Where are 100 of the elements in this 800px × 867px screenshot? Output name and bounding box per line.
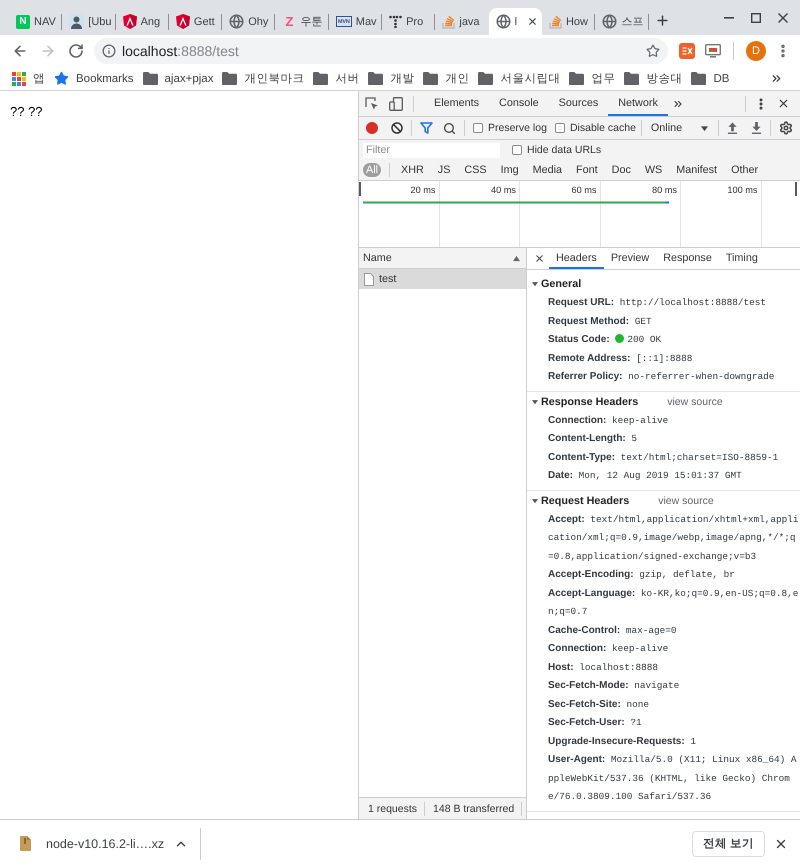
detail-tab[interactable]: Preview — [604, 248, 656, 269]
browser-tab[interactable]: Pro — [382, 8, 436, 35]
browser-tab[interactable]: 스프 — [595, 8, 649, 35]
sort-triangle-icon[interactable] — [513, 254, 520, 262]
close-icon[interactable] — [777, 97, 790, 110]
browser-tab[interactable]: l — [488, 8, 542, 35]
range-handle[interactable] — [359, 182, 361, 196]
browser-tab[interactable]: [Ubu — [62, 8, 116, 35]
filter-input[interactable]: Filter — [363, 142, 500, 158]
circle-slash-icon[interactable] — [391, 122, 403, 134]
reload-icon[interactable] — [68, 43, 84, 59]
type-filter[interactable]: WS — [642, 163, 666, 177]
screen-icon[interactable] — [705, 44, 721, 58]
triangle-down-icon[interactable] — [532, 281, 538, 287]
checkbox-label[interactable]: Preserve log — [488, 122, 547, 134]
dots-icon — [389, 15, 402, 28]
detail-tab[interactable]: Response — [656, 248, 719, 269]
dropdown-caret-icon — [700, 124, 708, 132]
checkbox[interactable] — [512, 145, 522, 155]
folder-icon — [478, 72, 494, 85]
star-icon[interactable] — [646, 44, 660, 58]
bookmark-item[interactable]: DB — [691, 72, 730, 85]
type-filter[interactable]: JS — [434, 163, 454, 177]
type-filter[interactable]: Other — [728, 163, 762, 177]
section-title[interactable]: Request Headers — [541, 494, 630, 506]
info-icon[interactable] — [102, 44, 116, 58]
triangle-down-icon[interactable] — [532, 398, 538, 404]
bookmark-item[interactable]: 개인북마크 — [222, 71, 304, 86]
minimize-icon[interactable] — [724, 16, 734, 18]
checkbox[interactable] — [473, 123, 483, 133]
triangle-down-icon[interactable] — [532, 498, 538, 504]
header-field: Sec-Fetch-User: ?1 — [527, 714, 800, 732]
section-title[interactable]: General — [541, 278, 582, 290]
bookmark-item[interactable]: 서울시립대 — [478, 71, 560, 86]
checkbox-label[interactable]: Hide data URLs — [527, 144, 602, 156]
type-filter[interactable]: Font — [573, 163, 601, 177]
request-row[interactable]: test — [359, 269, 526, 289]
checkbox-label[interactable]: Disable cache — [570, 122, 636, 134]
bookmark-item[interactable]: 업무 — [569, 71, 616, 86]
close-icon[interactable] — [534, 253, 545, 264]
type-filter[interactable]: Doc — [608, 163, 634, 177]
url-text[interactable]: localhost:8888/test — [122, 43, 640, 59]
devtools-tab[interactable]: Console — [489, 91, 549, 116]
close-icon[interactable] — [526, 16, 538, 27]
type-filter[interactable]: CSS — [461, 163, 490, 177]
plus-icon[interactable] — [654, 13, 670, 28]
bookmark-item[interactable]: 방송대 — [624, 71, 682, 86]
devtools-tab[interactable]: Sources — [548, 91, 608, 116]
address-bar[interactable]: localhost:8888/test — [94, 38, 668, 64]
type-filter[interactable]: Img — [498, 163, 522, 177]
download-icon[interactable] — [750, 122, 762, 134]
download-filename[interactable]: node-v10.16.2-li….xz — [46, 836, 164, 850]
record-icon[interactable] — [366, 122, 378, 134]
settings-icon[interactable] — [778, 121, 793, 135]
show-all-button[interactable]: 전체 보기 — [692, 830, 765, 856]
throttling-select[interactable]: Online — [646, 122, 710, 134]
browser-tab[interactable]: java — [435, 8, 489, 35]
favicon-logo: Z — [284, 14, 294, 28]
column-header[interactable]: Name — [363, 252, 392, 264]
summary-text: 148 B transferred — [425, 802, 522, 816]
browser-tab[interactable]: Gett — [168, 8, 222, 35]
browser-tab[interactable]: How — [542, 8, 596, 35]
bookmark-item[interactable]: ajax+pjax — [142, 72, 214, 85]
browser-tab[interactable]: Ohy — [222, 8, 276, 35]
bookmark-item[interactable]: 개인 — [423, 71, 470, 86]
bookmark-item[interactable]: 앱 — [12, 71, 45, 86]
type-filter[interactable]: Media — [530, 163, 566, 177]
view-source-link[interactable]: view source — [658, 494, 714, 506]
header-value: 200 OK — [627, 334, 662, 345]
extension-icon[interactable] — [679, 43, 695, 59]
folder-icon — [624, 72, 640, 85]
section-title[interactable]: Response Headers — [541, 396, 638, 408]
bookmark-item[interactable]: Bookmarks — [54, 71, 134, 86]
phone-tablet-icon[interactable] — [389, 96, 403, 110]
browser-tab[interactable]: N NAV — [9, 8, 62, 35]
filter-icon[interactable] — [420, 122, 433, 134]
upload-icon[interactable] — [726, 122, 738, 134]
header-field: Sec-Fetch-Site: none — [527, 696, 800, 714]
browser-tab[interactable]: Z 우툰 — [275, 8, 329, 35]
search-icon[interactable] — [443, 122, 456, 134]
folder-icon — [423, 72, 438, 85]
globe-icon — [229, 14, 244, 29]
bookmark-item[interactable]: 서버 — [313, 71, 360, 86]
devtools-tab[interactable]: Elements — [424, 91, 490, 116]
pointer-box-icon[interactable] — [365, 96, 379, 110]
avatar-icon — [69, 14, 84, 29]
maximize-icon[interactable] — [751, 12, 761, 22]
browser-tab[interactable]: Ang — [116, 8, 169, 35]
detail-tab[interactable]: Headers — [549, 248, 604, 269]
close-icon[interactable] — [778, 12, 788, 22]
file-icon — [20, 836, 31, 851]
double-chevron-icon[interactable] — [770, 72, 783, 85]
range-handle[interactable] — [795, 182, 797, 196]
globe-icon — [602, 14, 618, 29]
view-source-link[interactable]: view source — [667, 396, 723, 408]
bookmark-item[interactable]: 개발 — [368, 71, 414, 86]
type-filter[interactable]: XHR — [398, 163, 427, 177]
detail-tab[interactable]: Timing — [718, 248, 765, 269]
type-filter[interactable]: Manifest — [673, 163, 720, 177]
checkbox[interactable] — [554, 123, 565, 133]
